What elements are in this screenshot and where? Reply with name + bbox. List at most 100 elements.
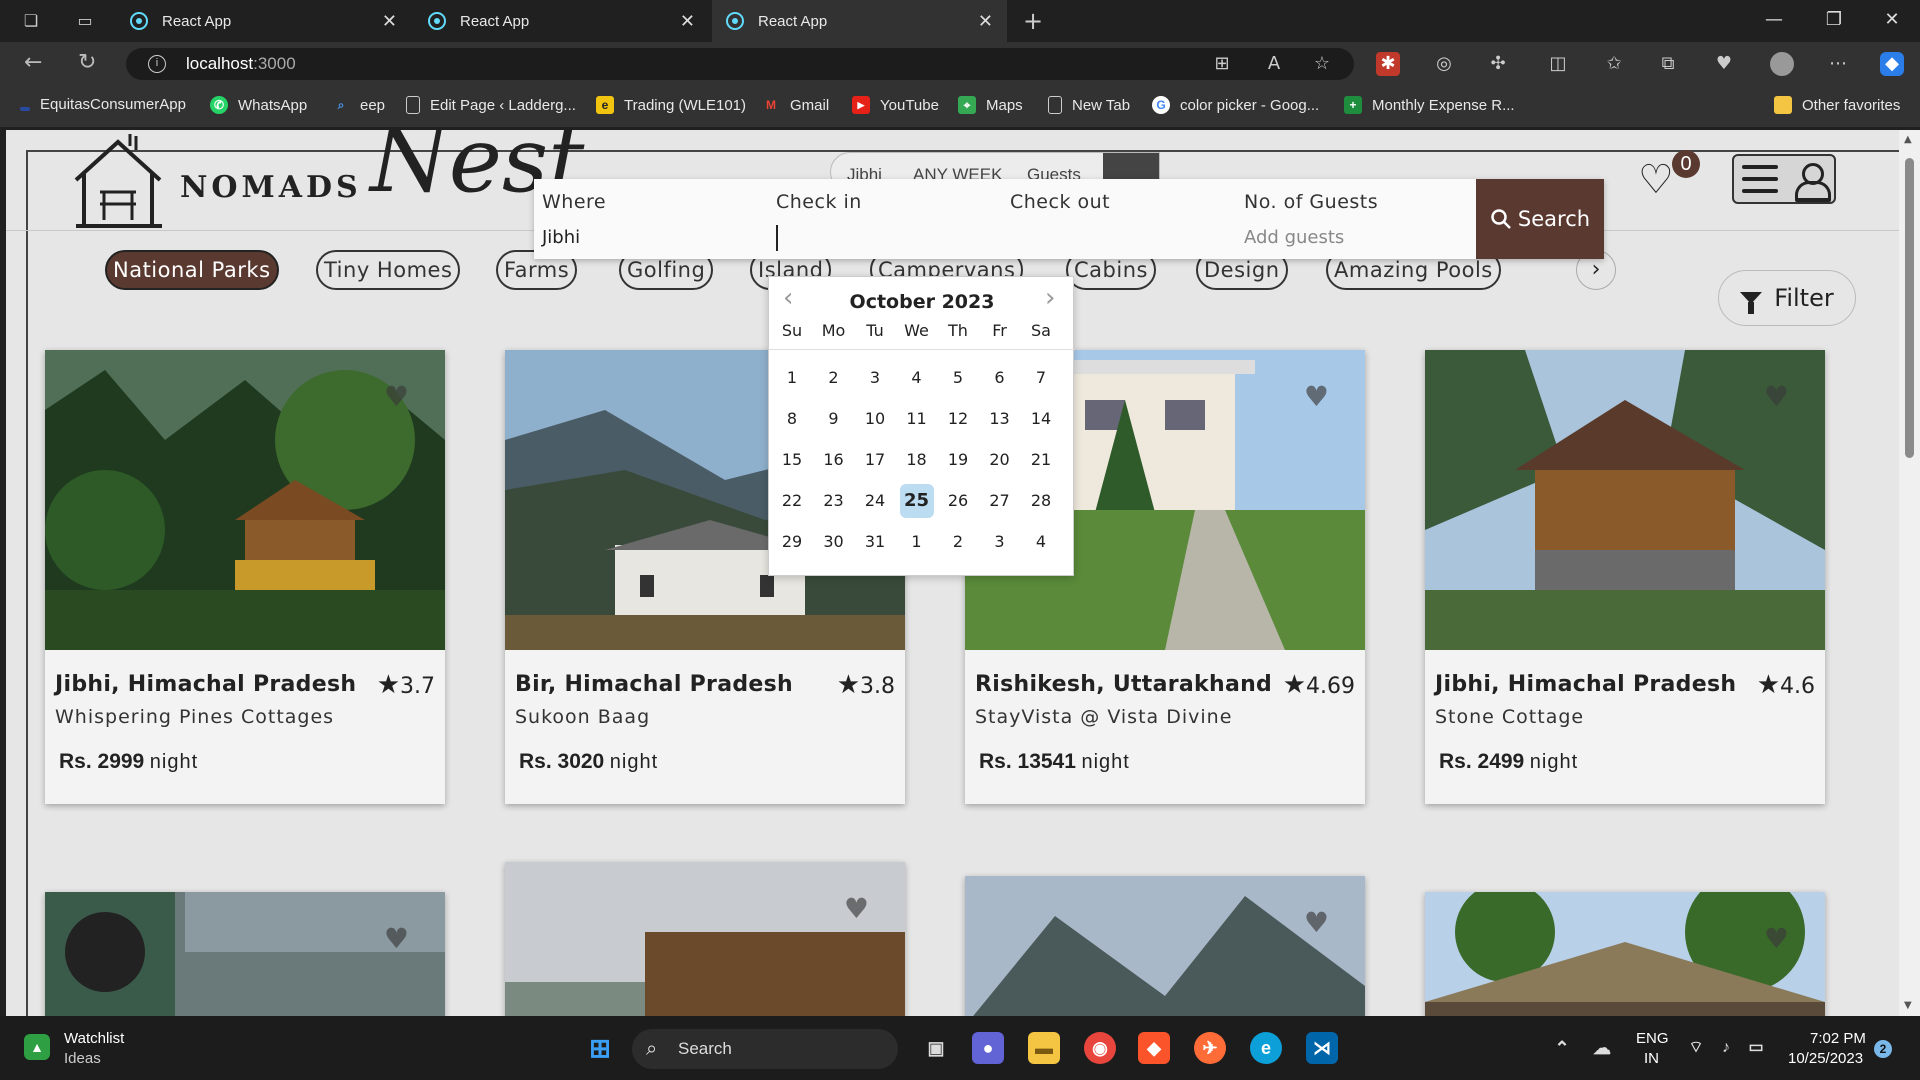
language-indicator[interactable]: ENG <box>1636 1030 1669 1047</box>
widget-title[interactable]: Watchlist <box>64 1030 124 1047</box>
listing-card[interactable]: ♥ <box>505 862 905 1016</box>
where-field[interactable]: Where Jibhi <box>534 179 768 259</box>
close-window-icon[interactable]: ✕ <box>1864 0 1920 40</box>
bookmark-edit-page[interactable]: Edit Page ‹ Ladderg... <box>406 96 576 114</box>
wishlist-heart-icon[interactable]: ♡ <box>1638 160 1674 200</box>
calendar-day[interactable]: 18 <box>900 443 934 477</box>
calendar-day[interactable]: 19 <box>941 443 975 477</box>
scroll-up-icon[interactable]: ▲ <box>1904 134 1912 145</box>
chevron-up-icon[interactable]: ⌃ <box>1546 1032 1578 1064</box>
more-options-icon[interactable]: ⋯ <box>1826 52 1850 76</box>
extension-red-icon[interactable]: ✱ <box>1376 52 1400 76</box>
health-icon[interactable]: ♥ <box>1712 52 1736 76</box>
calendar-day[interactable]: 4 <box>1024 525 1058 559</box>
calendar-day[interactable]: 16 <box>817 443 851 477</box>
listing-card[interactable]: ♥ <box>45 892 445 1016</box>
onedrive-icon[interactable]: ☁ <box>1586 1032 1618 1064</box>
bookmark-maps[interactable]: ⌖ Maps <box>958 96 1023 114</box>
site-logo[interactable]: NOMADS Nest <box>70 130 584 230</box>
calendar-day[interactable]: 28 <box>1024 484 1058 518</box>
copilot-icon[interactable]: ◆ <box>1880 52 1904 76</box>
filter-button[interactable]: Filter <box>1718 270 1856 326</box>
collections-icon[interactable]: ⧉ <box>1656 52 1680 76</box>
taskbar-search[interactable]: ⌕ Search <box>632 1029 898 1069</box>
calendar-day[interactable]: 21 <box>1024 443 1058 477</box>
notification-badge[interactable]: 2 <box>1874 1040 1892 1058</box>
workspaces-icon[interactable]: ❏ <box>20 10 42 32</box>
split-screen-icon[interactable]: ◫ <box>1546 52 1570 76</box>
chrome-icon[interactable]: ◉ <box>1084 1032 1116 1064</box>
bookmark-eep[interactable]: ⌕ eep <box>332 96 385 114</box>
calendar-day[interactable]: 2 <box>941 525 975 559</box>
bookmark-youtube[interactable]: ▶ YouTube <box>852 96 939 114</box>
page-scrollbar[interactable]: ▲ ▼ <box>1899 130 1920 1016</box>
bookmark-equitas[interactable]: EquitasConsumerApp <box>20 96 186 113</box>
calendar-day[interactable]: 3 <box>983 525 1017 559</box>
calendar-day[interactable]: 13 <box>983 402 1017 436</box>
bookmark-trading[interactable]: e Trading (WLE101) <box>596 96 746 114</box>
calendar-day[interactable]: 12 <box>941 402 975 436</box>
listing-card[interactable]: ♥ <box>965 876 1365 1016</box>
calendar-day[interactable]: 2 <box>817 361 851 395</box>
calendar-day[interactable]: 27 <box>983 484 1017 518</box>
minimize-icon[interactable]: — <box>1746 0 1802 40</box>
calendar-day[interactable]: 22 <box>775 484 809 518</box>
volume-icon[interactable]: ♪ <box>1710 1032 1742 1064</box>
guests-field[interactable]: No. of Guests Add guests <box>1236 179 1470 259</box>
bookmark-new-tab[interactable]: New Tab <box>1048 96 1130 114</box>
url-input[interactable]: i localhost:3000 <box>126 48 1354 80</box>
bookmark-gmail[interactable]: M Gmail <box>762 96 829 114</box>
chat-icon[interactable]: ● <box>972 1032 1004 1064</box>
menu-profile-button[interactable] <box>1732 154 1836 204</box>
favorite-star-icon[interactable]: ☆ <box>1310 52 1334 76</box>
bookmark-color-picker[interactable]: Gcolor picker - Goog... <box>1152 96 1319 114</box>
checkout-field[interactable]: Check out <box>1002 179 1236 259</box>
clock-time[interactable]: 7:02 PM <box>1810 1030 1866 1047</box>
favorite-heart-icon[interactable]: ♥ <box>384 922 409 955</box>
favorite-heart-icon[interactable]: ♥ <box>1304 380 1329 413</box>
guests-input[interactable]: Add guests <box>1244 227 1344 248</box>
calendar-day[interactable]: 3 <box>858 361 892 395</box>
calendar-day[interactable]: 9 <box>817 402 851 436</box>
clock-date[interactable]: 10/25/2023 <box>1788 1050 1863 1067</box>
search-button[interactable]: Search <box>1476 179 1604 259</box>
category-tiny-homes[interactable]: Tiny Homes <box>316 250 461 290</box>
favorites-icon[interactable]: ✩ <box>1602 52 1626 76</box>
favorite-heart-icon[interactable]: ♥ <box>384 380 409 413</box>
close-tab-icon[interactable]: ✕ <box>978 11 993 32</box>
close-tab-icon[interactable]: ✕ <box>382 11 397 32</box>
listing-card[interactable]: ♥ Jibhi, Himachal Pradesh ★3.7 Whisperin… <box>45 350 445 804</box>
calendar-day[interactable]: 6 <box>983 361 1017 395</box>
refresh-icon[interactable]: ↻ <box>78 52 96 74</box>
bookmark-whatsapp[interactable]: ✆ WhatsApp <box>210 96 307 114</box>
edge-icon[interactable]: e <box>1250 1032 1282 1064</box>
watchlist-widget-icon[interactable]: ▲ <box>24 1034 50 1060</box>
browser-tab-1[interactable]: React App ✕ <box>116 0 411 42</box>
calendar-day[interactable]: 23 <box>817 484 851 518</box>
new-tab-icon[interactable]: + <box>1022 9 1044 33</box>
calendar-day[interactable]: 25 <box>899 484 934 518</box>
favorite-heart-icon[interactable]: ♥ <box>1764 922 1789 955</box>
calendar-day[interactable]: 14 <box>1024 402 1058 436</box>
browser-tab-2[interactable]: React App ✕ <box>414 0 709 42</box>
extensions-icon[interactable]: ✣ <box>1486 52 1510 76</box>
scrollbar-thumb[interactable] <box>1905 158 1914 458</box>
bookmark-monthly-expense[interactable]: + Monthly Expense R... <box>1344 96 1515 114</box>
listing-card[interactable]: ♥ <box>1425 892 1825 1016</box>
battery-icon[interactable]: ▭ <box>1740 1032 1772 1064</box>
calendar-day[interactable]: 5 <box>941 361 975 395</box>
calendar-day[interactable]: 11 <box>900 402 934 436</box>
scroll-down-icon[interactable]: ▼ <box>1904 1000 1912 1011</box>
tab-actions-icon[interactable]: ▭ <box>74 10 96 32</box>
favorite-heart-icon[interactable]: ♥ <box>844 892 869 925</box>
windows-start-icon[interactable]: ⊞ <box>584 1032 616 1064</box>
category-national-parks[interactable]: National Parks <box>105 250 279 290</box>
vscode-icon[interactable]: ⋊ <box>1306 1032 1338 1064</box>
close-tab-icon[interactable]: ✕ <box>680 11 695 32</box>
calendar-day[interactable]: 29 <box>775 525 809 559</box>
bookmark-other-favorites[interactable]: Other favorites <box>1774 96 1900 114</box>
profile-avatar[interactable] <box>1770 52 1794 76</box>
calendar-day[interactable]: 30 <box>817 525 851 559</box>
file-explorer-icon[interactable]: ▬ <box>1028 1032 1060 1064</box>
calendar-day[interactable]: 8 <box>775 402 809 436</box>
